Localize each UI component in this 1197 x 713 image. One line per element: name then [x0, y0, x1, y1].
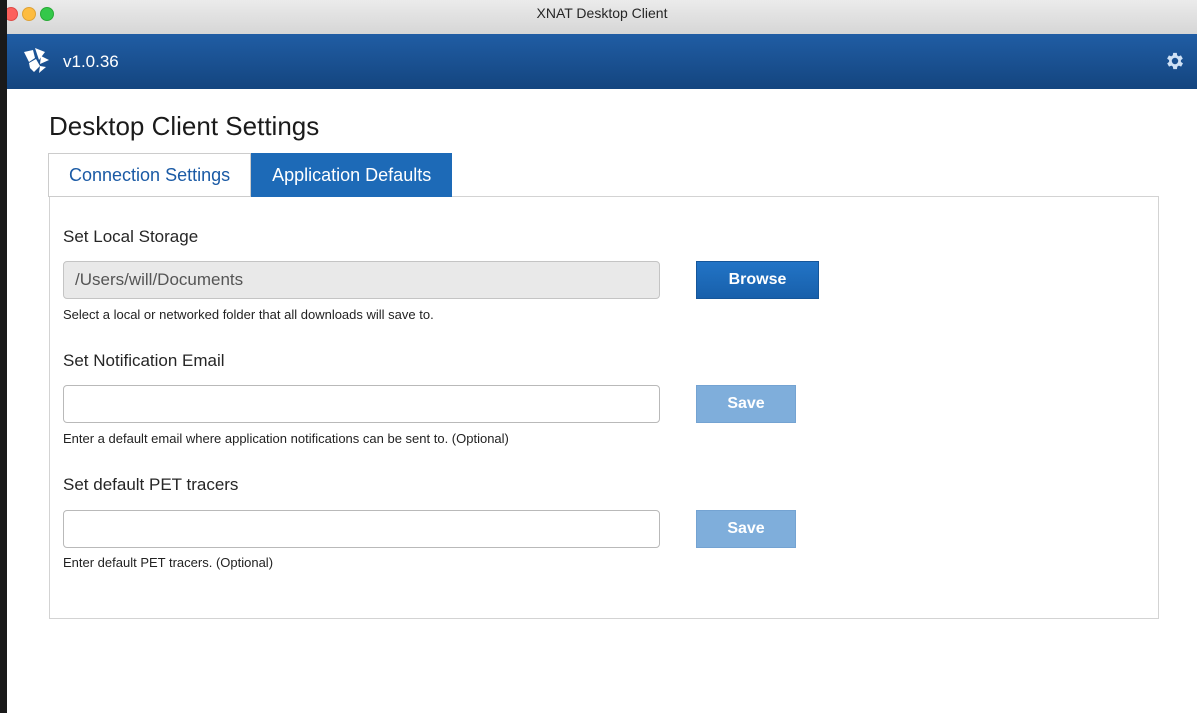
save-pet-tracers-button[interactable]: Save [696, 510, 796, 548]
window-titlebar[interactable]: XNAT Desktop Client [7, 0, 1197, 35]
notification-email-input[interactable] [63, 385, 660, 423]
tab-connection-settings[interactable]: Connection Settings [48, 153, 252, 197]
settings-tabs: Connection Settings Application Defaults [48, 153, 453, 197]
pet-tracers-label: Set default PET tracers [63, 475, 239, 494]
tab-application-defaults[interactable]: Application Defaults [251, 153, 453, 197]
pet-tracers-help: Enter default PET tracers. (Optional) [63, 555, 274, 570]
pet-tracers-input[interactable] [63, 510, 660, 548]
app-version: v1.0.36 [63, 52, 119, 71]
window-title: XNAT Desktop Client [536, 5, 668, 21]
application-defaults-panel: Set Local Storage Browse Select a local … [49, 196, 1159, 619]
browse-button[interactable]: Browse [696, 261, 819, 299]
page-title: Desktop Client Settings [49, 111, 320, 141]
window-edge [0, 0, 7, 713]
local-storage-help: Select a local or networked folder that … [63, 307, 434, 322]
app-window: XNAT Desktop Client v1.0.36 Desktop Clie… [7, 0, 1197, 713]
xnat-logo-icon [24, 48, 49, 73]
notification-email-label: Set Notification Email [63, 351, 225, 370]
notification-email-help: Enter a default email where application … [63, 431, 509, 446]
save-email-button[interactable]: Save [696, 385, 796, 423]
app-header: v1.0.36 [7, 34, 1197, 89]
local-storage-input[interactable] [63, 261, 660, 299]
gear-icon[interactable] [1164, 50, 1186, 72]
local-storage-label: Set Local Storage [63, 227, 199, 246]
